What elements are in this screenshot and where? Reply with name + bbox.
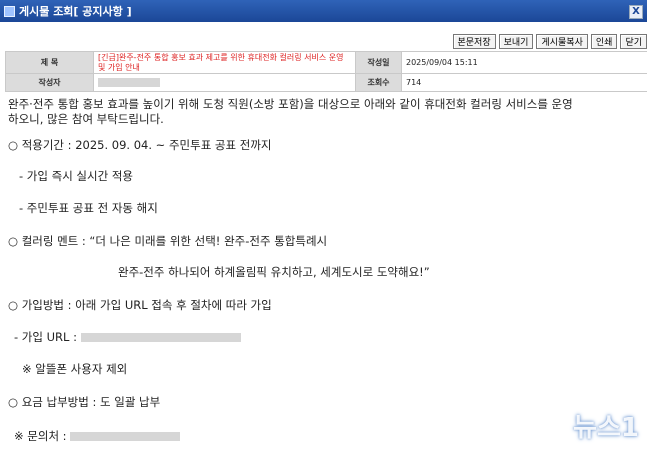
view-count: 714 — [401, 73, 647, 92]
post-info-table: 제 목 [긴급]완주-전주 통합 홍보 효과 제고를 위한 휴대전화 컬러링 서… — [5, 51, 647, 92]
close-button[interactable]: 닫기 — [620, 34, 647, 49]
ment-line-2: 완주-전주 하나되어 하계올림픽 유치하고, 세계도시로 도약해요!” — [118, 265, 430, 279]
period-item: ○ 적용기간 : 2025. 09. 04. ~ 주민투표 공표 전까지 — [8, 138, 272, 152]
url-line: - 가입 URL : — [14, 329, 241, 345]
toolbar: 본문저장 보내기 게시물복사 인쇄 닫기 — [452, 34, 647, 49]
copy-post-button[interactable]: 게시물복사 — [536, 34, 588, 49]
url-label: - 가입 URL : — [14, 330, 77, 344]
url-redacted — [80, 333, 241, 342]
window-titlebar: 게시물 조회[ 공지사항 ] X — [0, 0, 647, 22]
intro-line-2: 하오니, 많은 참여 부탁드립니다. — [8, 112, 164, 126]
ment-item: ○ 컬러링 멘트 : “더 나은 미래를 위한 선택! 완주-전주 통합특례시 — [8, 234, 328, 248]
contact-label: ※ 문의처 : — [14, 429, 67, 443]
period-sub-b: - 주민투표 공표 전 자동 해지 — [19, 201, 158, 215]
method-item: ○ 가입방법 : 아래 가입 URL 접속 후 절차에 따라 가입 — [8, 298, 272, 312]
intro-line-1: 완주·전주 통합 홍보 효과를 높이기 위해 도청 직원(소방 포함)을 대상으… — [8, 97, 573, 111]
period-sub-a: - 가입 즉시 실시간 적용 — [19, 169, 133, 183]
window-title: 게시물 조회[ 공지사항 ] — [19, 5, 132, 18]
views-label: 조회수 — [355, 73, 402, 92]
contact-redacted — [70, 432, 181, 441]
print-button[interactable]: 인쇄 — [590, 34, 618, 49]
author-redacted — [98, 78, 160, 87]
news1-watermark: 뉴스1 — [573, 413, 639, 443]
title-label: 제 목 — [5, 51, 94, 74]
send-button[interactable]: 보내기 — [498, 34, 534, 49]
close-window-button[interactable]: X — [629, 5, 643, 19]
contact-line: ※ 문의처 : — [14, 428, 181, 444]
note-item: ※ 알뜰폰 사용자 제외 — [22, 362, 128, 376]
post-author — [93, 73, 356, 92]
post-date: 2025/09/04 15:11 — [401, 51, 647, 74]
author-label: 작성자 — [5, 73, 94, 92]
payment-item: ○ 요금 납부방법 : 도 일괄 납부 — [8, 395, 161, 409]
save-body-button[interactable]: 본문저장 — [452, 34, 496, 49]
post-title: [긴급]완주-전주 통합 홍보 효과 제고를 위한 휴대전화 컬러링 서비스 운… — [93, 51, 356, 74]
window-icon — [4, 5, 15, 17]
date-label: 작성일 — [355, 51, 402, 74]
